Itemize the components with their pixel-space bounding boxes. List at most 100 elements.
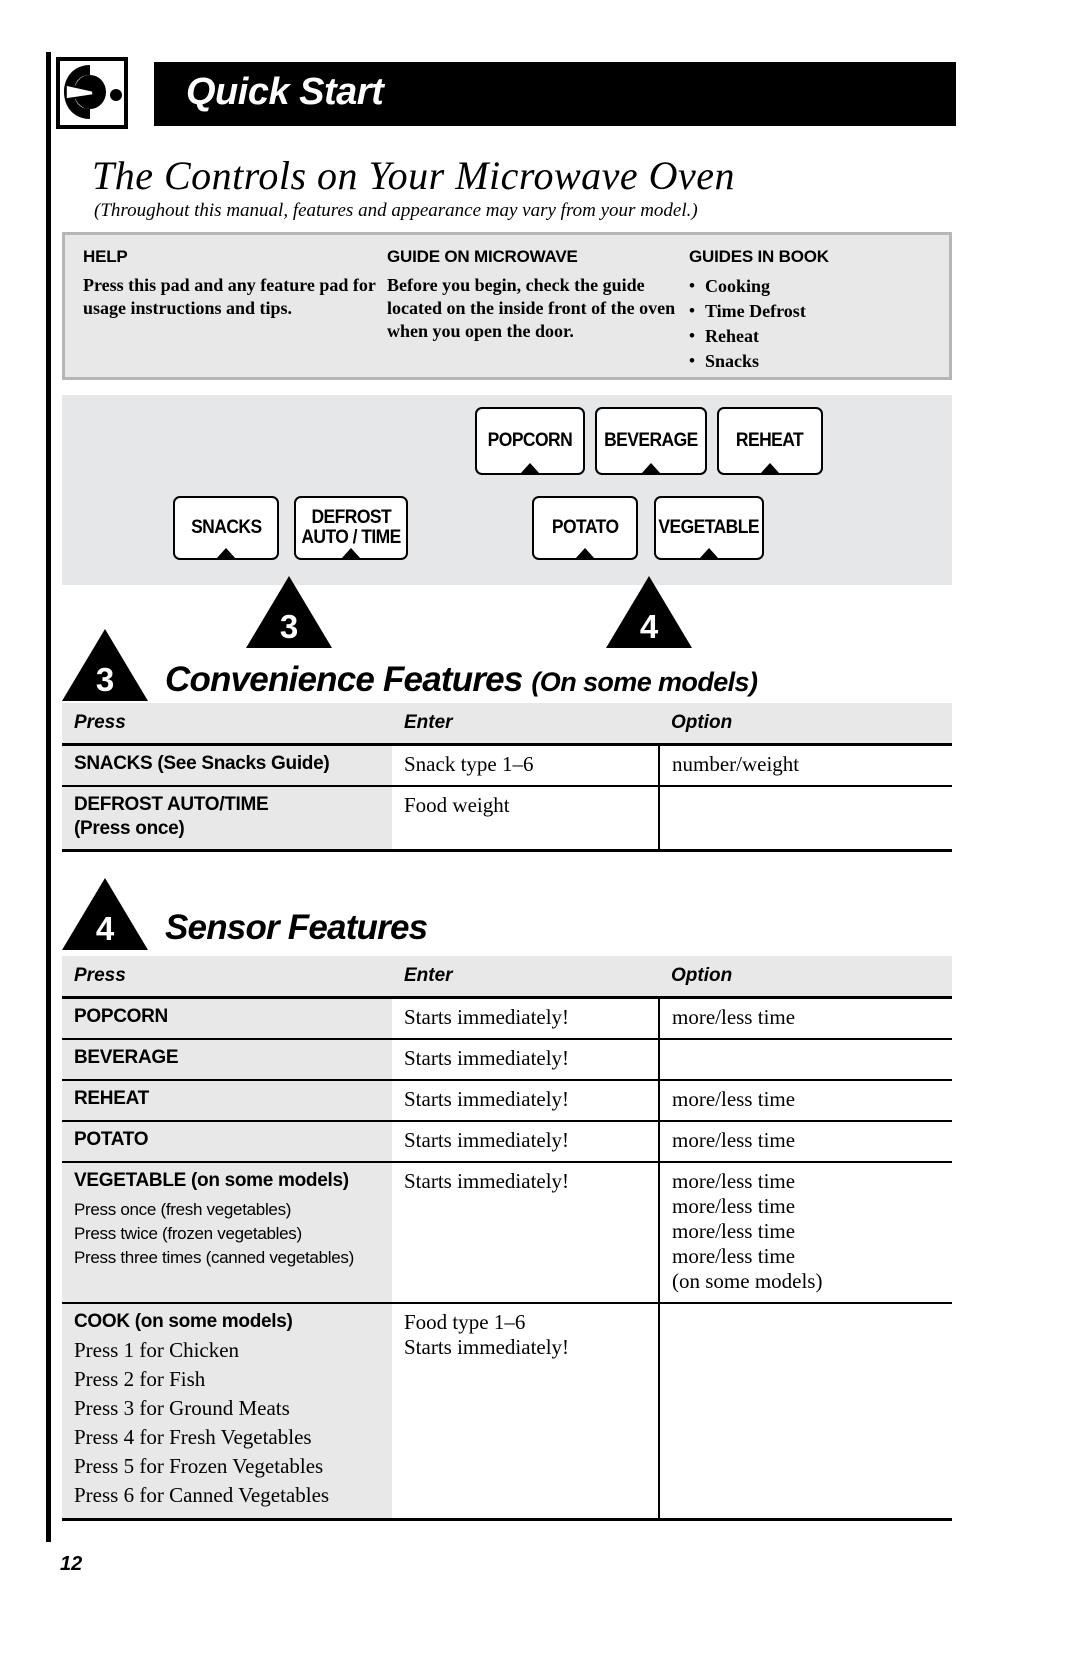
cell-press: VEGETABLE (on some models) Press once (f…	[62, 1162, 392, 1304]
sensor-table: Press Enter Option POPCORN Starts immedi…	[62, 956, 952, 1521]
press-label: VEGETABLE (on some models)	[74, 1170, 349, 1191]
table-header-row: Press Enter Option	[62, 703, 952, 746]
page-title: The Controls on Your Microwave Oven	[92, 153, 736, 198]
press-sublabel: Press 6 for Canned Vegetables	[74, 1483, 330, 1507]
press-sublabel: Press 5 for Frozen Vegetables	[74, 1454, 324, 1478]
pad-vegetable[interactable]: VEGETABLE	[654, 496, 764, 560]
cell-option: more/less time	[658, 1121, 952, 1163]
pad-pointer-icon	[760, 463, 780, 474]
callout-number: 3	[279, 608, 299, 645]
cell-press: POTATO	[62, 1121, 392, 1163]
convenience-heading-suffix: (On some models)	[531, 667, 758, 697]
table-row: REHEAT Starts immediately! more/less tim…	[62, 1080, 952, 1122]
info-column-help: HELP Press this pad and any feature pad …	[83, 247, 383, 320]
pad-beverage[interactable]: BEVERAGE	[595, 407, 707, 475]
info-bullet-snacks: Snacks	[689, 348, 939, 374]
info-column-guide-on-microwave: GUIDE ON MICROWAVE Before you begin, che…	[387, 247, 677, 343]
pad-pointer-icon	[341, 548, 361, 559]
cell-enter: Starts immediately!	[392, 1080, 659, 1122]
page-subtitle: (Throughout this manual, features and ap…	[94, 200, 698, 221]
pad-pointer-icon	[699, 548, 719, 559]
cell-press: SNACKS (See Snacks Guide)	[62, 744, 392, 787]
press-label: SNACKS (See Snacks Guide)	[74, 753, 330, 774]
cell-press: POPCORN	[62, 997, 392, 1040]
press-label: POTATO	[74, 1129, 149, 1150]
info-bullet-cooking: Cooking	[689, 273, 939, 299]
cell-enter: Starts immediately!	[392, 997, 659, 1040]
col-header-press: Press	[62, 956, 392, 999]
cell-option: more/less time	[658, 1080, 952, 1122]
cell-enter: Food weight	[392, 786, 659, 852]
pad-pointer-icon	[520, 463, 540, 474]
col-header-option: Option	[659, 703, 952, 746]
callout-number: 4	[639, 608, 659, 645]
table-row: COOK (on some models) Press 1 for Chicke…	[62, 1303, 952, 1521]
header-title: Quick Start	[186, 71, 384, 113]
press-label: REHEAT	[74, 1088, 149, 1109]
info-body-guide-on-microwave: Before you begin, check the guide locate…	[387, 275, 676, 341]
pad-pointer-icon	[641, 463, 661, 474]
info-bullet-reheat: Reheat	[689, 323, 939, 349]
cell-enter: Food type 1–6 Starts immediately!	[392, 1303, 659, 1521]
pad-snacks[interactable]: SNACKS	[173, 496, 279, 560]
info-heading-guides-in-book: GUIDES IN BOOK	[689, 247, 829, 266]
col-header-enter: Enter	[392, 703, 659, 746]
microwave-dial-icon	[56, 57, 128, 129]
info-bullet-time-defrost: Time Defrost	[689, 298, 939, 324]
pad-popcorn-label: POPCORN	[487, 430, 573, 451]
press-label: BEVERAGE	[74, 1047, 179, 1068]
press-label: DEFROST AUTO/TIME	[74, 794, 269, 815]
press-sublabel: Press three times (canned vegetables)	[74, 1248, 354, 1267]
cell-enter: Starts immediately!	[392, 1162, 659, 1304]
press-sublabel: Press 4 for Fresh Vegetables	[74, 1425, 312, 1449]
section-marker-sensor: 4	[62, 878, 148, 950]
pad-defrost-auto-time[interactable]: DEFROST AUTO / TIME	[294, 496, 408, 560]
table-row: DEFROST AUTO/TIME (Press once) Food weig…	[62, 786, 952, 852]
pad-potato[interactable]: POTATO	[532, 496, 638, 560]
pad-defrost-label-line2: AUTO / TIME	[301, 527, 401, 548]
press-sublabel: Press 1 for Chicken	[74, 1338, 240, 1362]
cell-option	[658, 786, 952, 852]
pad-potato-label: POTATO	[551, 517, 619, 538]
cell-enter: Snack type 1–6	[392, 744, 659, 787]
cell-press: DEFROST AUTO/TIME (Press once)	[62, 786, 392, 852]
control-panel-diagram: POPCORN BEVERAGE REHEAT SNACKS DEFROST A…	[62, 395, 952, 585]
col-header-option: Option	[659, 956, 952, 999]
press-sublabel: (Press once)	[74, 818, 185, 839]
pad-reheat[interactable]: REHEAT	[717, 407, 823, 475]
callout-marker-3-pointer: 3	[246, 576, 332, 648]
press-label: POPCORN	[74, 1006, 168, 1027]
info-body-help: Press this pad and any feature pad for u…	[83, 275, 376, 318]
cell-option: more/less time	[658, 997, 952, 1040]
table-row: VEGETABLE (on some models) Press once (f…	[62, 1162, 952, 1304]
col-header-press: Press	[62, 703, 392, 746]
pad-vegetable-label: VEGETABLE	[658, 517, 760, 538]
section-marker-convenience: 3	[62, 629, 148, 701]
convenience-table: Press Enter Option SNACKS (See Snacks Gu…	[62, 703, 952, 852]
pad-popcorn[interactable]: POPCORN	[475, 407, 585, 475]
table-row: POPCORN Starts immediately! more/less ti…	[62, 997, 952, 1040]
pad-defrost-label-line1: DEFROST	[311, 507, 391, 528]
callout-marker-4-pointer: 4	[606, 576, 692, 648]
manual-page: Quick Start The Controls on Your Microwa…	[0, 0, 1080, 1669]
pad-snacks-label: SNACKS	[190, 517, 262, 538]
cell-option	[658, 1303, 952, 1521]
pad-pointer-icon	[575, 548, 595, 559]
press-sublabel: Press 2 for Fish	[74, 1367, 206, 1391]
cell-option: number/weight	[658, 744, 952, 787]
convenience-heading: Convenience Features (On some models)	[165, 660, 758, 700]
sensor-heading-title: Sensor Features	[165, 908, 428, 947]
cell-enter: Starts immediately!	[392, 1039, 659, 1081]
sensor-heading: Sensor Features	[165, 908, 428, 948]
pad-reheat-label: REHEAT	[736, 430, 804, 451]
info-heading-guide-on-microwave: GUIDE ON MICROWAVE	[387, 247, 578, 266]
press-sublabel: Press 3 for Ground Meats	[74, 1396, 290, 1420]
info-column-guides-in-book: GUIDES IN BOOK Cooking Time Defrost Rehe…	[689, 247, 939, 374]
info-panel: HELP Press this pad and any feature pad …	[62, 232, 952, 380]
page-spine-rule	[46, 52, 51, 1542]
cell-enter: Starts immediately!	[392, 1121, 659, 1163]
press-sublabel: Press once (fresh vegetables)	[74, 1200, 292, 1219]
pad-pointer-icon	[216, 548, 236, 559]
press-sublabel: Press twice (frozen vegetables)	[74, 1224, 302, 1243]
press-label: COOK (on some models)	[74, 1311, 293, 1332]
